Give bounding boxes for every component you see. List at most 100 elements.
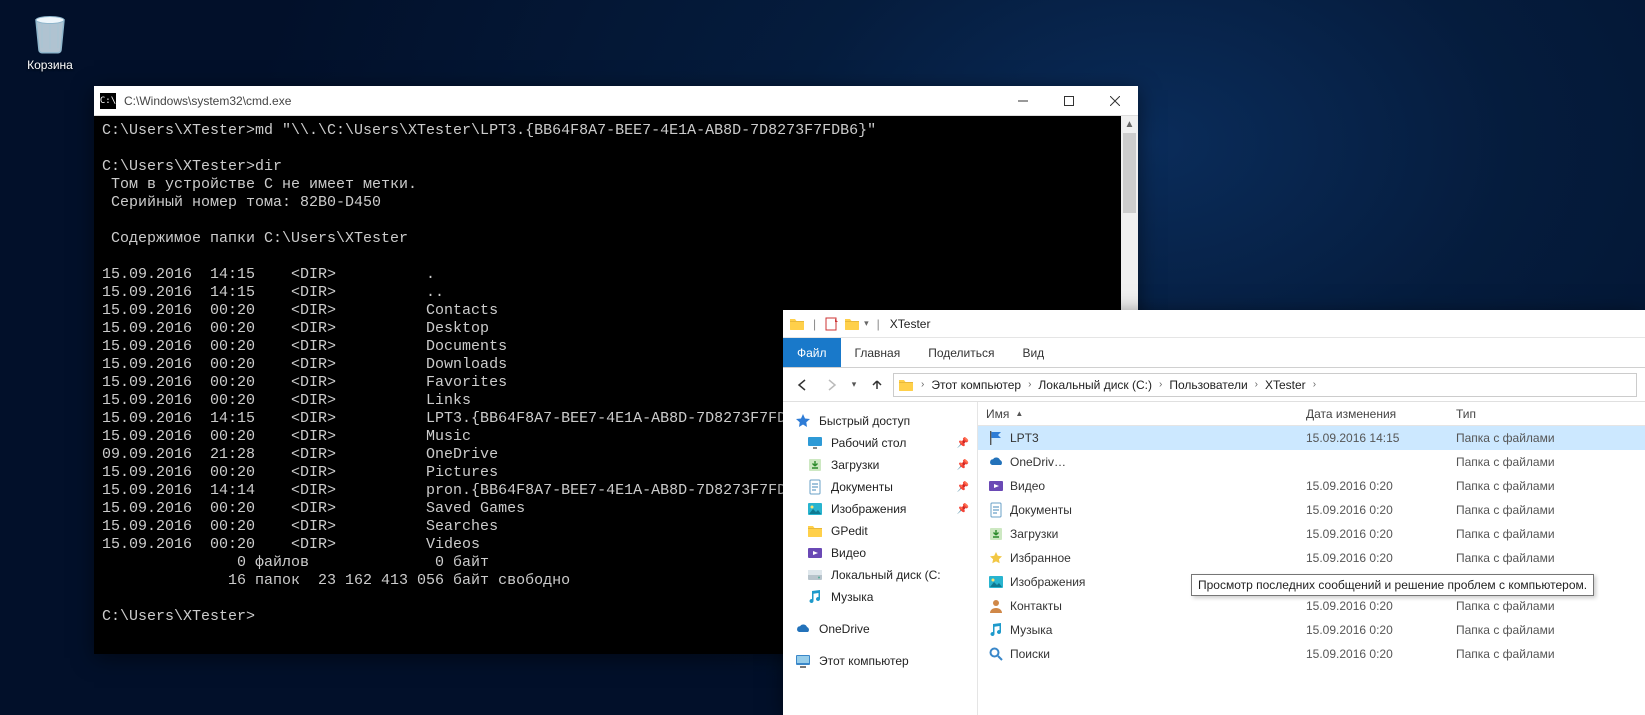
col-date[interactable]: Дата изменения [1298, 407, 1448, 421]
downloads-icon [807, 457, 823, 473]
tab-share[interactable]: Поделиться [914, 338, 1008, 367]
pin-icon: 📌 [957, 482, 969, 493]
file-date: 15.09.2016 0:20 [1298, 503, 1448, 517]
recycle-bin-icon [26, 8, 74, 56]
sidebar-item[interactable]: Документы 📌 [783, 476, 977, 498]
crumb[interactable]: Локальный диск (C:) [1036, 378, 1154, 392]
chevron-right-icon[interactable]: › [1310, 379, 1319, 390]
search-icon [988, 646, 1004, 662]
video-icon [807, 545, 823, 561]
table-row[interactable]: Музыка 15.09.2016 0:20 Папка с файлами [978, 618, 1645, 642]
file-date: 15.09.2016 0:20 [1298, 551, 1448, 565]
crumb[interactable]: Этот компьютер [929, 378, 1023, 392]
crumb[interactable]: Пользователи [1167, 378, 1249, 392]
table-row[interactable]: OneDriv… Папка с файлами [978, 450, 1645, 474]
table-row[interactable]: Видео 15.09.2016 0:20 Папка с файлами [978, 474, 1645, 498]
sidebar-item-label: Этот компьютер [819, 654, 909, 668]
sidebar-quick-access[interactable]: Быстрый доступ [783, 410, 977, 432]
sidebar-item[interactable]: Видео [783, 542, 977, 564]
scroll-up-icon[interactable]: ▲ [1121, 116, 1138, 133]
sidebar-item[interactable]: Изображения 📌 [783, 498, 977, 520]
minimize-button[interactable] [1000, 86, 1046, 116]
table-row[interactable]: Документы 15.09.2016 0:20 Папка с файлам… [978, 498, 1645, 522]
explorer-window: | ▾ | XTester Файл Главная Поделиться Ви… [783, 310, 1645, 715]
chevron-right-icon[interactable]: › [1156, 379, 1165, 390]
sidebar-item-label: OneDrive [819, 622, 870, 636]
chevron-right-icon[interactable]: › [918, 379, 927, 390]
contacts-icon [988, 598, 1004, 614]
sort-asc-icon: ▲ [1015, 409, 1023, 418]
sidebar-item[interactable]: Музыка [783, 586, 977, 608]
file-name: Поиски [1010, 647, 1050, 661]
file-date: 15.09.2016 0:20 [1298, 647, 1448, 661]
video-icon [988, 478, 1004, 494]
file-type: Папка с файлами [1448, 599, 1645, 613]
pin-icon: 📌 [957, 504, 969, 515]
recent-dropdown[interactable]: ▾ [847, 373, 861, 397]
music-icon [807, 589, 823, 605]
table-row[interactable]: Избранное 15.09.2016 0:20 Папка с файлам… [978, 546, 1645, 570]
scroll-thumb[interactable] [1123, 133, 1136, 213]
recycle-bin-label: Корзина [10, 58, 90, 72]
documents-icon [807, 479, 823, 495]
file-list: Имя ▲ Дата изменения Тип LPT3 15.09.2016… [978, 402, 1645, 715]
col-type[interactable]: Тип [1448, 407, 1645, 421]
desktop-icon [807, 435, 823, 451]
properties-icon[interactable] [824, 316, 840, 332]
file-type: Папка с файлами [1448, 479, 1645, 493]
sidebar-item[interactable]: Локальный диск (C: [783, 564, 977, 586]
onedrive-icon [988, 454, 1004, 470]
qat-dropdown-icon[interactable]: ▾ [864, 318, 869, 329]
sidebar-item-label: Рабочий стол [831, 436, 906, 450]
table-row[interactable]: Контакты 15.09.2016 0:20 Папка с файлами [978, 594, 1645, 618]
chevron-right-icon[interactable]: › [1025, 379, 1034, 390]
table-row[interactable]: Поиски 15.09.2016 0:20 Папка с файлами [978, 642, 1645, 666]
recycle-bin[interactable]: Корзина [10, 8, 90, 72]
onedrive-icon [795, 621, 811, 637]
tab-view[interactable]: Вид [1008, 338, 1058, 367]
maximize-button[interactable] [1046, 86, 1092, 116]
file-date: 15.09.2016 0:20 [1298, 479, 1448, 493]
cmd-titlebar[interactable]: C:\ C:\Windows\system32\cmd.exe [94, 86, 1138, 116]
star-icon [795, 413, 811, 429]
file-type: Папка с файлами [1448, 647, 1645, 661]
breadcrumb[interactable]: › Этот компьютер › Локальный диск (C:) ›… [893, 373, 1637, 397]
downloads-icon [988, 526, 1004, 542]
nav-bar: ▾ › Этот компьютер › Локальный диск (C:)… [783, 368, 1645, 402]
flag-icon [988, 430, 1004, 446]
disk-icon [807, 567, 823, 583]
sidebar-onedrive[interactable]: OneDrive [783, 618, 977, 640]
close-button[interactable] [1092, 86, 1138, 116]
explorer-titlebar[interactable]: | ▾ | XTester [783, 310, 1645, 338]
chevron-right-icon[interactable]: › [1252, 379, 1261, 390]
sidebar-item-label: Музыка [831, 590, 873, 604]
file-type: Папка с файлами [1448, 455, 1645, 469]
crumb[interactable]: XTester [1263, 378, 1308, 392]
col-name[interactable]: Имя ▲ [978, 407, 1298, 421]
table-row[interactable]: Загрузки 15.09.2016 0:20 Папка с файлами [978, 522, 1645, 546]
file-name: Контакты [1010, 599, 1062, 613]
file-name: Изображения [1010, 575, 1085, 589]
sidebar-item[interactable]: GPedit [783, 520, 977, 542]
file-type: Папка с файлами [1448, 551, 1645, 565]
folder-icon [789, 316, 805, 332]
sidebar-this-pc[interactable]: Этот компьютер [783, 650, 977, 672]
tab-file[interactable]: Файл [783, 338, 841, 367]
table-row[interactable]: LPT3 15.09.2016 14:15 Папка с файлами [978, 426, 1645, 450]
file-name: Документы [1010, 503, 1072, 517]
file-name: LPT3 [1010, 431, 1039, 445]
file-name: OneDriv… [1010, 455, 1066, 469]
pin-icon: 📌 [957, 438, 969, 449]
sidebar-item[interactable]: Загрузки 📌 [783, 454, 977, 476]
cmd-title-text: C:\Windows\system32\cmd.exe [124, 94, 291, 108]
column-headers: Имя ▲ Дата изменения Тип [978, 402, 1645, 426]
forward-button[interactable] [819, 373, 843, 397]
up-button[interactable] [865, 373, 889, 397]
back-button[interactable] [791, 373, 815, 397]
sidebar-item[interactable]: Рабочий стол 📌 [783, 432, 977, 454]
folder-icon[interactable] [844, 316, 860, 332]
folder-icon [898, 377, 914, 393]
tab-home[interactable]: Главная [841, 338, 915, 367]
file-type: Папка с файлами [1448, 503, 1645, 517]
file-date: 15.09.2016 0:20 [1298, 527, 1448, 541]
